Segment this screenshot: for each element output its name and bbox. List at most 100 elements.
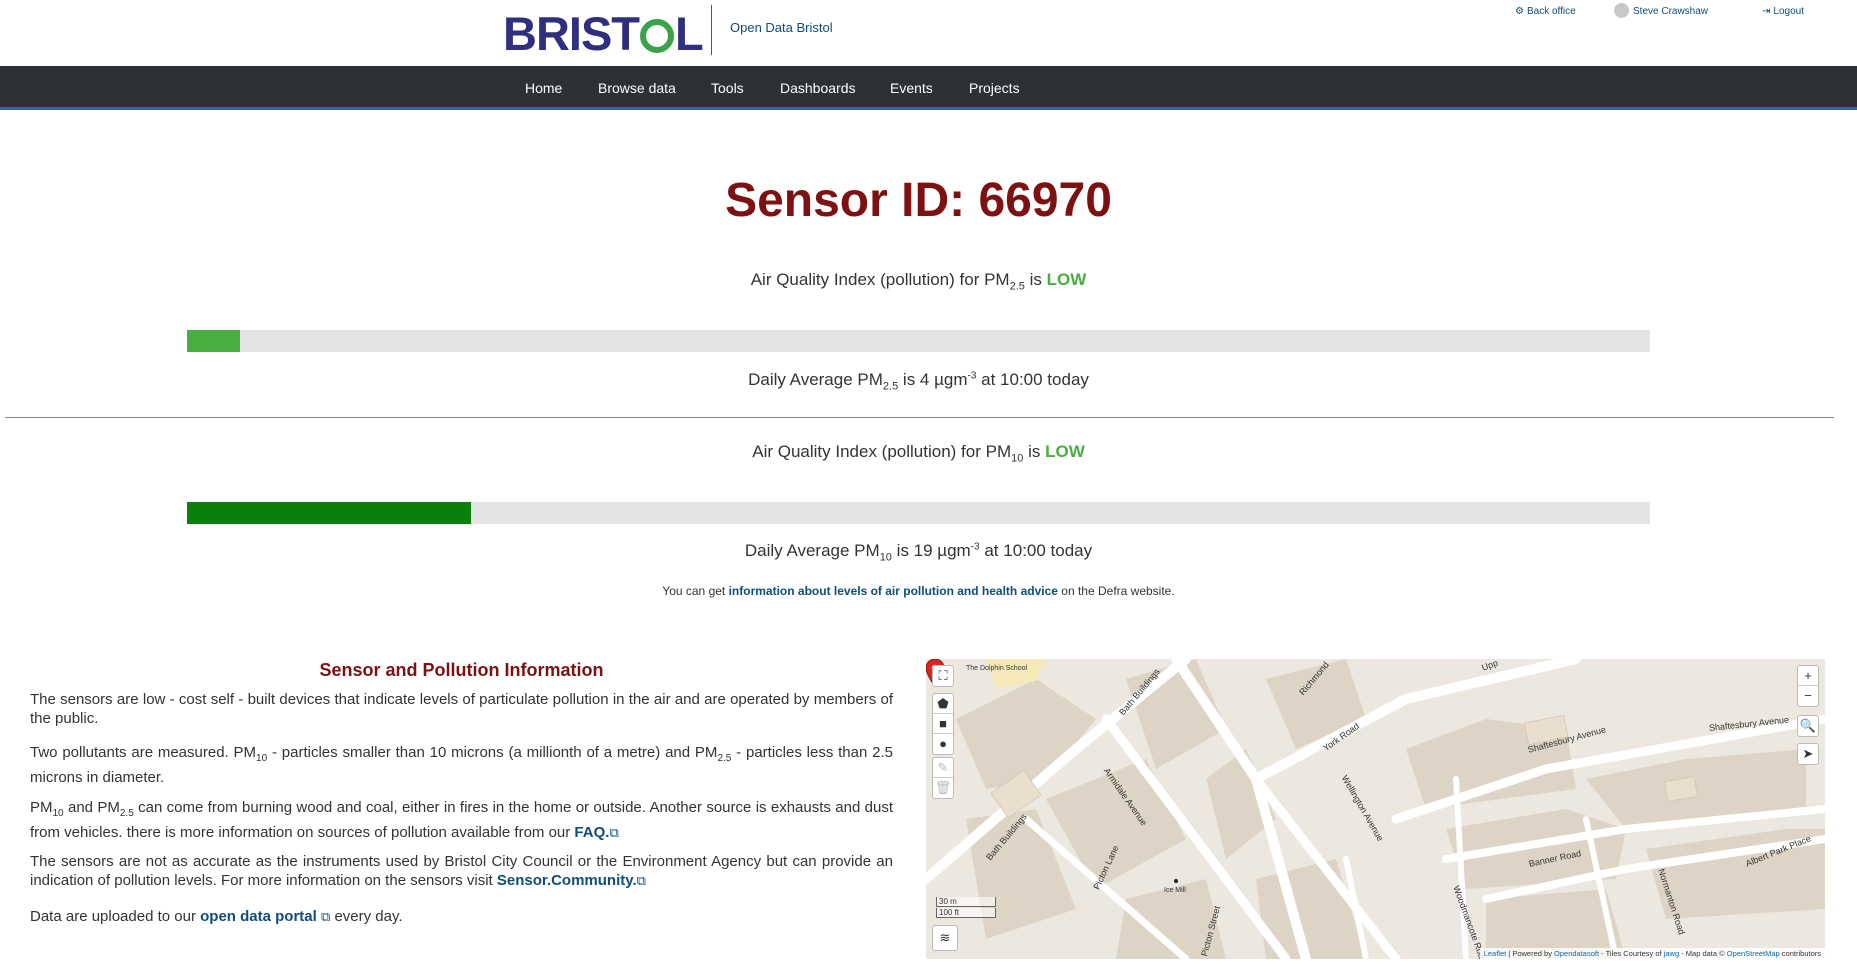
back-office-link[interactable]: ⚙ Back office [1515,6,1576,17]
nav-browse-data[interactable]: Browse data [598,80,676,96]
logo-separator [711,5,712,55]
zoom-in-button[interactable]: + [1798,666,1818,686]
info-paragraph-4: The sensors are not as accurate as the i… [30,852,893,890]
back-office-label: Back office [1526,6,1576,17]
attrib-mapdata: - Map data © [1679,949,1727,958]
draw-rectangle-icon[interactable]: ■ [933,714,953,734]
p3-text-a: PM [30,799,53,816]
p5-text-a: Data are uploaded to our [30,908,201,925]
search-icon[interactable]: 🔍 [1798,716,1818,736]
defra-prefix: You can get [662,584,729,598]
opendatasoft-link[interactable]: Opendatasoft [1554,949,1599,958]
pm10-avg-sup: -3 [970,541,980,553]
map-tiles [926,659,1825,959]
pm10-aqi-bar [187,502,1650,524]
sensor-community-link[interactable]: Sensor.Community.⧉ [497,872,646,889]
nav-projects[interactable]: Projects [969,80,1020,96]
pm25-aqi-heading: Air Quality Index (pollution) for PM2.5 … [0,270,1837,292]
pm25-aqi-level: LOW [1046,270,1087,289]
attrib-contributors: contributors [1779,949,1821,958]
p2-sub2: 2.5 [717,753,732,764]
fullscreen-icon[interactable]: ⛶ [933,666,953,686]
logout-link[interactable]: ⇥ Logout [1762,6,1804,17]
open-data-portal-link[interactable]: open data portal ⧉ [200,908,330,925]
zoom-control: + − [1797,665,1819,707]
p2-sub1: 10 [256,753,268,764]
info-paragraph-1: The sensors are low - cost self - built … [30,691,893,727]
user-bar: ⚙ Back office Steve Crawshaw ⇥ Logout [1437,3,1857,24]
defra-health-advice-link[interactable]: information about levels of air pollutio… [729,584,1058,598]
layers-icon[interactable]: ≋ [933,926,957,950]
top-header: BRIST L Open Data Bristol ⚙ Back office St… [0,0,1857,66]
layers-control[interactable]: ≋ [932,925,958,951]
map-scale: 30 m 100 ft [936,897,996,919]
nav-home[interactable]: Home [525,80,562,96]
jawg-link[interactable]: jawg [1664,949,1679,958]
external-link-icon: ⧉ [636,873,646,888]
info-paragraph-2: Two pollutants are measured. PM10 - part… [30,743,893,787]
nav-events[interactable]: Events [890,80,933,96]
attrib-tiles: - Tiles Courtesy of [1599,949,1664,958]
pm25-aqi-bar [187,330,1650,352]
locate-control[interactable]: ➤ [1797,743,1819,765]
scale-imperial: 100 ft [936,908,996,918]
edit-toolbar: ✎ 🗑 [932,757,954,799]
external-link-icon: ⧉ [320,909,331,924]
p2-text-b: - particles smaller than 10 microns (a m… [267,744,718,761]
zoom-out-button[interactable]: − [1798,686,1818,706]
pm10-aqi-level: LOW [1045,442,1085,461]
defra-advice: You can get information about levels of … [0,584,1837,598]
pm10-aqi-bar-fill [187,502,471,524]
logo-text-left: BRIST [503,7,640,60]
attrib-powered: | Powered by [1506,949,1555,958]
gear-icon: ⚙ [1515,6,1524,17]
logo-text-right: L [675,7,704,60]
pm25-aqi-mid: is [1024,270,1047,289]
bristol-logo[interactable]: BRIST L [503,7,704,60]
search-control[interactable]: 🔍 [1797,715,1819,737]
fullscreen-control[interactable]: ⛶ [932,665,954,687]
logout-label: Logout [1773,6,1804,17]
pm25-daily-average: Daily Average PM2.5 is 4 µgm-3 at 10:00 … [0,370,1837,392]
map-attribution: Leaflet | Powered by Opendatasoft - Tile… [1479,948,1825,959]
delete-layers-icon[interactable]: 🗑 [933,778,953,798]
info-paragraph-3: PM10 and PM2.5 can come from burning woo… [30,798,893,842]
draw-polygon-icon[interactable]: ⬟ [933,694,953,714]
avatar [1614,3,1629,18]
faq-link-label: FAQ. [574,824,610,841]
pm10-avg-sub: 10 [879,551,892,564]
pm25-avg-suffix: at 10:00 today [976,370,1089,389]
edit-layers-icon[interactable]: ✎ [933,758,953,778]
pm10-avg-prefix: Daily Average PM [744,541,880,560]
p2-text-a: Two pollutants are measured. PM [30,744,257,761]
defra-suffix: on the Defra website. [1057,584,1175,598]
openstreetmap-link[interactable]: OpenStreetMap [1727,949,1780,958]
main-navbar: Home Browse data Tools Dashboards Events… [0,66,1857,110]
logout-icon: ⇥ [1762,6,1771,17]
p3-sub2: 2.5 [119,808,134,819]
map-label-dolphin-school: The Dolphin School [966,665,1028,672]
leaflet-link[interactable]: Leaflet [1484,949,1507,958]
user-menu[interactable]: Steve Crawshaw [1614,3,1708,18]
p5-text-b: every day. [330,908,403,925]
site-name-link[interactable]: Open Data Bristol [730,20,833,35]
map-label-ice-mill: Ice Mill [1164,887,1186,894]
pm10-avg-value: is 19 µgm [891,541,971,560]
external-link-icon: ⧉ [609,825,619,840]
sensor-map[interactable]: The Dolphin School Bath Buildings Richmo… [926,659,1825,959]
pm10-sub: 10 [1011,452,1024,465]
draw-toolbar: ⬟ ■ ● [932,693,954,755]
pm25-aqi-prefix: Air Quality Index (pollution) for PM [750,270,1010,289]
nav-dashboards[interactable]: Dashboards [780,80,856,96]
user-name: Steve Crawshaw [1633,6,1709,17]
p3-text-b: and PM [63,799,120,816]
p3-text-c: can come from burning wood and coal, eit… [30,799,893,841]
info-paragraph-5: Data are uploaded to our open data porta… [30,907,893,926]
page-title: Sensor ID: 66970 [725,174,1112,227]
nav-tools[interactable]: Tools [711,80,744,96]
faq-link[interactable]: FAQ.⧉ [574,824,618,841]
logo-o-ring-icon [640,19,674,53]
pm25-sub: 2.5 [1009,280,1025,293]
locate-arrow-icon[interactable]: ➤ [1798,744,1818,764]
draw-circle-icon[interactable]: ● [933,734,953,754]
